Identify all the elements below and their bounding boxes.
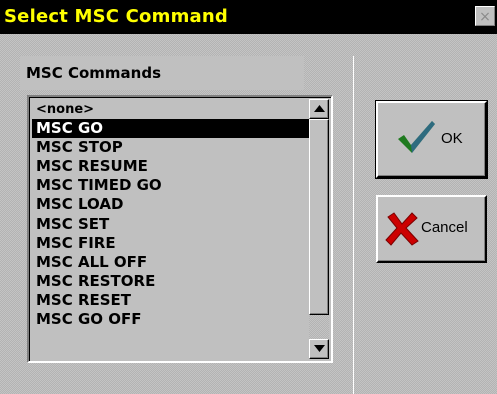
ok-button[interactable]: OK [375, 100, 488, 179]
list-item[interactable]: MSC FIRE [32, 234, 310, 253]
title-bar[interactable]: Select MSC Command × [0, 0, 497, 34]
msc-commands-label: MSC Commands [20, 56, 304, 90]
list-item[interactable]: MSC LOAD [32, 195, 310, 214]
list-item[interactable]: MSC TIMED GO [32, 176, 310, 195]
list-item[interactable]: MSC RESTORE [32, 272, 310, 291]
arrow-down-icon [314, 345, 325, 352]
scroll-up-button[interactable] [309, 99, 329, 119]
list-item[interactable]: MSC STOP [32, 138, 310, 157]
list-item[interactable]: MSC SET [32, 215, 310, 234]
close-button[interactable]: × [475, 6, 495, 26]
ok-label: OK [441, 130, 463, 147]
scroll-track[interactable] [309, 119, 329, 339]
list-item[interactable]: MSC RESET [32, 291, 310, 310]
arrow-up-icon [314, 105, 325, 112]
list-item[interactable]: MSC GO OFF [32, 310, 310, 329]
dialog-title: Select MSC Command [4, 6, 228, 27]
cancel-button[interactable]: Cancel [376, 195, 487, 263]
checkmark-icon [398, 121, 435, 153]
msc-command-listbox[interactable]: <none> MSC GO MSC STOP MSC RESUME MSC TIMED … [27, 95, 333, 363]
scroll-down-button[interactable] [309, 339, 329, 359]
vertical-scrollbar[interactable] [309, 99, 329, 359]
scroll-thumb[interactable] [309, 119, 329, 315]
dialog-window: Select MSC Command × MSC Commands <none>… [0, 0, 497, 394]
cancel-label: Cancel [421, 219, 468, 236]
x-cross-icon [385, 212, 419, 246]
list-item[interactable]: MSC ALL OFF [32, 253, 310, 272]
list-item[interactable]: <none> [32, 100, 310, 119]
list-items: <none> MSC GO MSC STOP MSC RESUME MSC TIMED … [32, 100, 310, 360]
list-item-selected[interactable]: MSC GO [32, 119, 310, 139]
close-icon: × [479, 9, 491, 25]
list-item[interactable]: MSC RESUME [32, 157, 310, 176]
dialog-body: MSC Commands <none> MSC GO MSC STOP MSC RES… [0, 34, 497, 394]
